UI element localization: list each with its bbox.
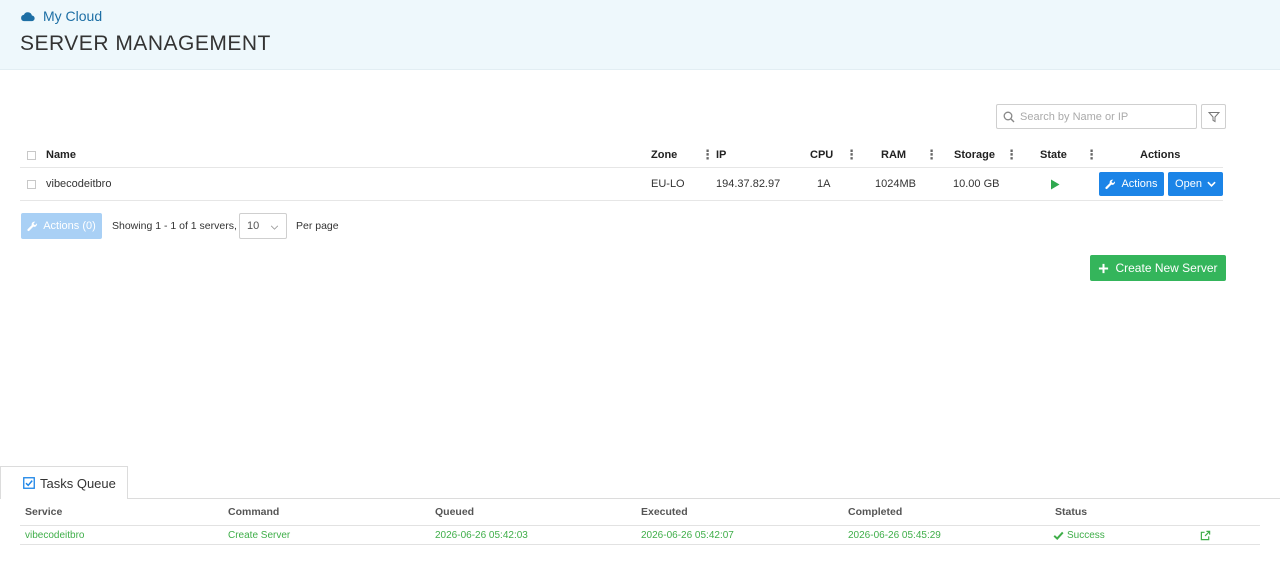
filter-icon: [1207, 111, 1220, 122]
task-status: Success: [1053, 526, 1105, 544]
per-page-select[interactable]: 10: [239, 213, 287, 239]
server-storage: 10.00 GB: [953, 178, 1000, 190]
task-row: vibecodeitbro Create Server 2026-06-26 0…: [20, 526, 1260, 545]
tab-tasks-queue[interactable]: Tasks Queue: [0, 466, 128, 499]
checkbox-checked-icon: [23, 477, 35, 489]
task-column-service: Service: [25, 506, 63, 518]
brand[interactable]: My Cloud: [20, 8, 102, 24]
ram-column-menu-icon[interactable]: ⋮: [925, 143, 938, 167]
check-icon: [1053, 531, 1064, 540]
per-page-value: 10: [247, 220, 260, 232]
per-page-label: Per page: [296, 220, 339, 232]
cpu-column-menu-icon[interactable]: ⋮: [845, 143, 858, 167]
row-actions-label: Actions: [1121, 178, 1158, 190]
select-all-checkbox-cell[interactable]: [27, 143, 36, 167]
server-ip: 194.37.82.97: [716, 178, 781, 190]
cloud-icon: [21, 12, 35, 22]
servers-table: Name Zone ⋮ IP CPU ⋮ RAM ⋮ Storage ⋮ Sta…: [20, 143, 1223, 201]
task-executed: 2026-06-26 05:42:07: [641, 529, 734, 541]
open-label: Open: [1175, 178, 1202, 190]
open-dropdown-button[interactable]: Open: [1168, 172, 1223, 196]
column-header-ram[interactable]: RAM: [881, 143, 906, 167]
row-checkbox[interactable]: [27, 179, 36, 189]
server-zone: EU-LO: [651, 178, 685, 190]
column-header-cpu[interactable]: CPU: [810, 143, 833, 167]
row-actions-button[interactable]: Actions: [1099, 172, 1164, 196]
column-header-storage[interactable]: Storage: [954, 143, 995, 167]
state-column-menu-icon[interactable]: ⋮: [1085, 143, 1098, 167]
storage-column-menu-icon[interactable]: ⋮: [1005, 143, 1018, 167]
pagination-summary: Showing 1 - 1 of 1 servers,: [112, 220, 237, 232]
chevron-down-icon: [270, 225, 279, 230]
external-link-icon[interactable]: [1200, 530, 1211, 541]
column-header-state[interactable]: State: [1040, 143, 1067, 167]
task-open-link[interactable]: [1200, 526, 1211, 544]
page-header: My Cloud SERVER MANAGEMENT: [0, 0, 1280, 70]
task-column-executed: Executed: [641, 506, 688, 518]
column-header-ip[interactable]: IP: [716, 143, 726, 167]
server-name[interactable]: vibecodeitbro: [46, 168, 111, 200]
brand-label: My Cloud: [43, 8, 103, 24]
tasks-table-header: Service Command Queued Executed Complete…: [20, 499, 1260, 526]
search-icon: [1003, 111, 1015, 122]
task-column-command: Command: [228, 506, 280, 518]
server-row[interactable]: vibecodeitbro EU-LO 194.37.82.97 1A 1024…: [20, 168, 1223, 201]
server-cpu: 1A: [817, 178, 831, 190]
tasks-table: Service Command Queued Executed Complete…: [20, 499, 1260, 545]
server-ram: 1024MB: [875, 178, 916, 190]
bulk-actions-label: Actions (0): [43, 220, 96, 232]
row-checkbox-cell[interactable]: [27, 168, 36, 200]
play-icon[interactable]: [1050, 179, 1060, 190]
task-column-completed: Completed: [848, 506, 903, 518]
wrench-icon: [1105, 179, 1116, 189]
task-column-queued: Queued: [435, 506, 475, 518]
create-new-server-label: Create New Server: [1115, 261, 1218, 275]
task-command: Create Server: [228, 529, 291, 541]
column-header-actions: Actions: [1140, 149, 1181, 161]
task-status-label: Success: [1067, 529, 1105, 541]
filter-button[interactable]: [1201, 104, 1226, 129]
plus-icon: [1099, 263, 1109, 273]
create-new-server-button[interactable]: Create New Server: [1090, 255, 1226, 281]
select-all-checkbox[interactable]: [27, 150, 36, 160]
page-title: SERVER MANAGEMENT: [20, 32, 271, 55]
bulk-actions-button[interactable]: Actions (0): [21, 213, 102, 239]
zone-column-menu-icon[interactable]: ⋮: [701, 143, 714, 167]
task-column-status: Status: [1055, 506, 1088, 518]
servers-table-header: Name Zone ⋮ IP CPU ⋮ RAM ⋮ Storage ⋮ Sta…: [20, 143, 1223, 168]
task-completed: 2026-06-26 05:45:29: [848, 529, 941, 541]
task-queued: 2026-06-26 05:42:03: [435, 529, 528, 541]
server-state[interactable]: [1050, 168, 1060, 200]
tab-tasks-queue-label: Tasks Queue: [40, 475, 116, 491]
search-field[interactable]: [996, 104, 1197, 129]
search-input[interactable]: [1020, 110, 1190, 123]
wrench-icon: [27, 221, 38, 231]
column-header-name[interactable]: Name: [46, 143, 76, 167]
column-header-zone[interactable]: Zone: [651, 143, 677, 167]
chevron-down-icon: [1207, 181, 1216, 187]
task-service[interactable]: vibecodeitbro: [25, 526, 84, 544]
